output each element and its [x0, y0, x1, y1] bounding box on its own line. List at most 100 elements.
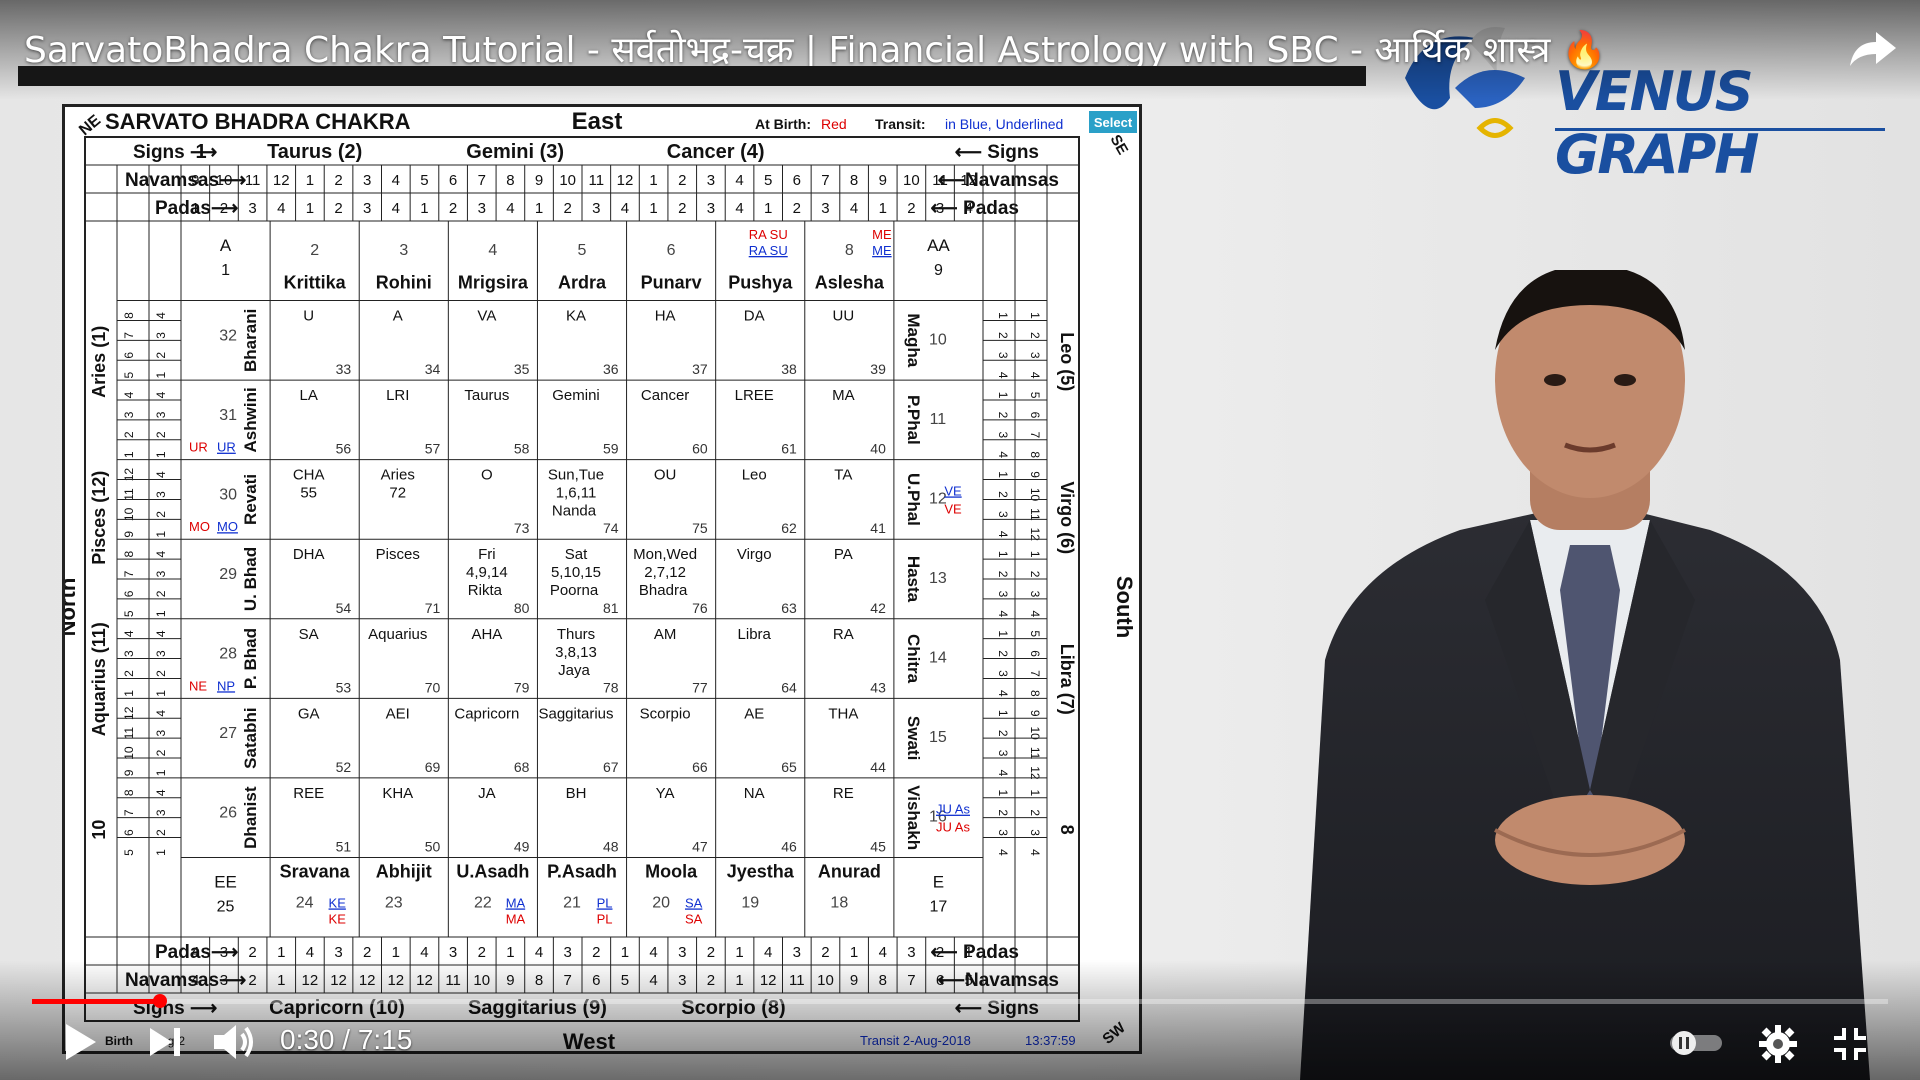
time-display: 0:30 / 7:15: [280, 1024, 412, 1056]
top-navamsa-label-right: ⟵Navamsas: [938, 170, 1059, 191]
top-navamsa-cell: 3: [363, 172, 371, 189]
left-sub-b-cell: 1: [154, 531, 168, 538]
top-sign-label: 1: [195, 141, 206, 163]
left-sub-b-cell: 1: [154, 690, 168, 697]
video-player[interactable]: VENUS GRAPH NESARVATO BHADRA CHAKRAEastA…: [0, 0, 1920, 1080]
share-icon[interactable]: [1848, 28, 1898, 68]
left-sub-b-cell: 1: [154, 372, 168, 379]
time-total: 7:15: [357, 1024, 413, 1055]
right-sub-a-cell: 1: [996, 392, 1010, 399]
bottom-pada-cell: 4: [764, 944, 772, 961]
right-sub-b-cell: 4: [1028, 849, 1042, 856]
top-pada-cell: 4: [277, 200, 285, 217]
inner-cell-number: 76: [692, 600, 708, 616]
bottom-nakshatra-name: Moola: [645, 861, 698, 881]
right-sub-a-cell: 1: [996, 551, 1010, 558]
inner-cell-label: RE: [833, 785, 854, 802]
inner-cell-number: 34: [425, 361, 441, 377]
progress-bar[interactable]: [32, 999, 1888, 1004]
inner-cell-label: Leo: [742, 467, 767, 484]
corner-number: 1: [221, 262, 230, 279]
right-sub-b-cell: 7: [1028, 670, 1042, 677]
inner-cell-number: 51: [336, 838, 352, 854]
bottom-pada-cell: 2: [707, 944, 715, 961]
gear-icon[interactable]: [1758, 1024, 1798, 1064]
next-icon[interactable]: [148, 1026, 182, 1058]
left-nakshatra-number: 32: [219, 327, 237, 344]
inner-cell-number: 33: [336, 361, 352, 377]
top-navamsa-cell: 5: [420, 172, 428, 189]
left-sub-b-cell: 2: [154, 829, 168, 836]
left-sign-label: Pisces (12): [89, 471, 109, 565]
top-pada-cell: 2: [220, 200, 228, 217]
left-sub-b-cell: 4: [154, 391, 168, 398]
inner-cell-label: MA: [832, 387, 855, 404]
left-nakshatra-name: Satabhi: [241, 707, 260, 768]
left-nakshatra-number: 30: [219, 486, 237, 503]
top-navamsa-cell: 4: [735, 172, 743, 189]
right-sign-label: Virgo (6): [1057, 481, 1077, 554]
bottom-pada-cell: 2: [478, 944, 486, 961]
top-nakshatra-number: 5: [578, 242, 587, 259]
top-pada-cell: 2: [564, 200, 572, 217]
left-nakshatra-name: Revati: [241, 474, 260, 525]
inner-cell-label: A: [393, 308, 403, 325]
left-sub-b-cell: 2: [154, 431, 168, 438]
corner-letter: A: [220, 236, 232, 255]
inner-cell-number: 58: [514, 441, 530, 457]
top-pada-cell: 1: [764, 200, 772, 217]
right-sub-b-cell: 2: [1028, 571, 1042, 578]
inner-cell-label: DHA: [293, 546, 325, 563]
top-sign-label: Gemini (3): [466, 141, 564, 163]
dir-east: East: [572, 108, 623, 135]
inner-cell-label: Saggitarius: [538, 705, 613, 722]
right-sub-a-cell: 4: [996, 610, 1010, 617]
inner-cell-number: 66: [692, 759, 708, 775]
left-nakshatra-name: P. Bhad: [241, 628, 260, 689]
top-nakshatra-name: Mrigsira: [458, 273, 529, 293]
top-pada-cell: 2: [678, 200, 686, 217]
right-sub-b-cell: 9: [1028, 471, 1042, 478]
left-sub-a-cell: 5: [122, 849, 136, 856]
autoplay-toggle-icon[interactable]: [1668, 1030, 1724, 1056]
exit-fullscreen-icon[interactable]: [1832, 1026, 1868, 1062]
play-icon[interactable]: [62, 1022, 98, 1062]
top-pada-cell: 4: [621, 200, 629, 217]
bottom-birth-mark: KE: [329, 911, 347, 926]
inner-cell-label: UU: [832, 308, 854, 325]
inner-cell-label: Thurs: [557, 626, 595, 643]
bottom-pada-cell: 1: [735, 944, 743, 961]
top-pada-cell: 4: [735, 200, 743, 217]
top-pada-cell: 1: [306, 200, 314, 217]
top-navamsa-cell: 12: [273, 172, 290, 189]
left-birth-mark: NE: [189, 678, 207, 693]
bottom-pada-cell: 1: [392, 944, 400, 961]
bottom-pada-cell: 1: [277, 944, 285, 961]
left-sub-a-cell: 6: [122, 590, 136, 597]
left-sub-b-cell: 2: [154, 670, 168, 677]
progress-scrubber[interactable]: [153, 994, 168, 1008]
top-nakshatra-name: Krittika: [284, 273, 347, 293]
top-navamsa-cell: 11: [245, 172, 261, 189]
right-sub-a-cell: 3: [996, 591, 1010, 598]
left-birth-mark: UR: [189, 440, 208, 455]
left-sub-a-cell: 8: [122, 789, 136, 796]
right-sign-label: 8: [1057, 825, 1077, 835]
inner-cell-sub2: Jaya: [558, 662, 590, 679]
volume-icon[interactable]: [212, 1022, 256, 1062]
right-nakshatra-name: Swati: [904, 716, 923, 760]
left-transit-mark: NP: [217, 678, 235, 693]
inner-cell-label: LREE: [735, 387, 774, 404]
top-pada-cell: 1: [191, 200, 199, 217]
inner-cell-label: TA: [834, 467, 852, 484]
inner-cell-label: AHA: [471, 626, 502, 643]
left-sub-a-cell: 8: [122, 551, 136, 558]
top-navamsa-cell: 9: [879, 172, 887, 189]
right-nakshatra-name: P.Phal: [904, 395, 923, 445]
inner-cell-sub2: Rikta: [468, 582, 503, 599]
inner-cell-label: NA: [744, 785, 765, 802]
top-navamsa-cell: 1: [306, 172, 314, 189]
left-sub-a-cell: 1: [122, 451, 136, 458]
left-nakshatra-number: 31: [219, 407, 237, 424]
bottom-transit-mark: PL: [597, 895, 613, 910]
